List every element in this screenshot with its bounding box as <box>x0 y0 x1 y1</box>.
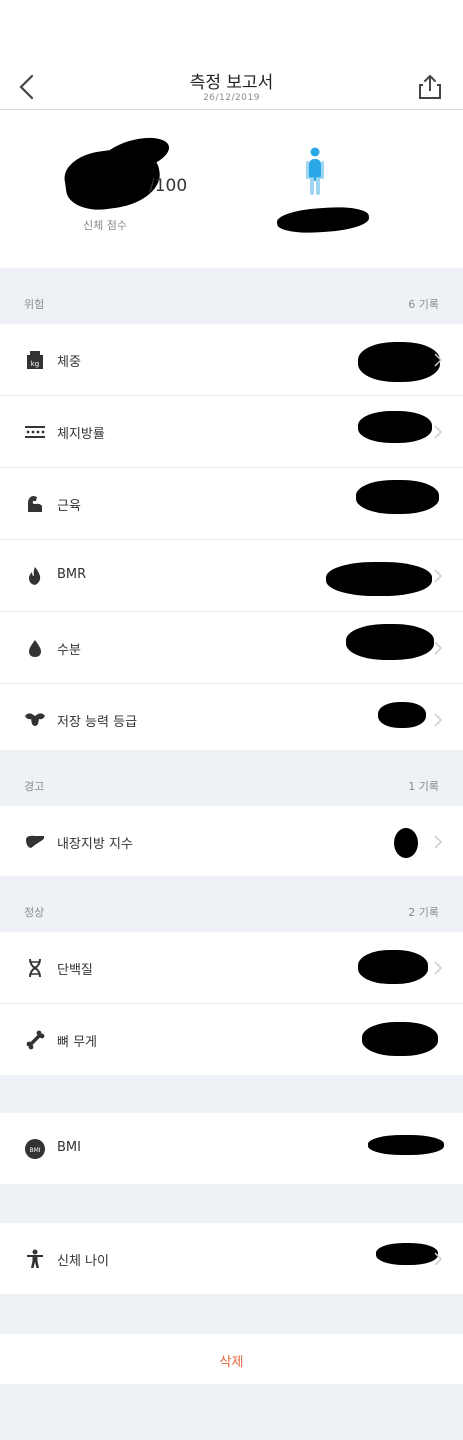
redaction-mark <box>326 562 432 596</box>
section-title: 경고 <box>24 780 45 793</box>
liver-icon <box>26 835 45 848</box>
section-header-danger: 위험 6 기록 <box>0 268 463 324</box>
redaction-mark <box>368 1135 444 1155</box>
redaction-mark <box>356 480 439 514</box>
delete-group: 삭제 <box>0 1334 463 1384</box>
redaction-mark <box>358 411 432 443</box>
list-item-muscle[interactable]: 근육 <box>0 468 463 540</box>
svg-text:kg: kg <box>31 360 40 368</box>
score-max: /100 <box>149 176 188 196</box>
bmi-icon: BMI <box>25 1139 45 1159</box>
flame-icon <box>29 567 41 585</box>
list-item-bone-mass[interactable]: 뼈 무게 <box>0 1004 463 1075</box>
chevron-right-icon <box>434 425 443 439</box>
list-item-bmr[interactable]: BMR <box>0 540 463 612</box>
warning-list: 내장지방 지수 <box>0 806 463 877</box>
section-count: 6 기록 <box>408 298 439 311</box>
body-fat-icon <box>25 426 45 438</box>
redaction-mark <box>346 624 434 660</box>
danger-list: kg 체중 체지방률 근육 BMR 수분 저장 능력 등급 <box>0 324 463 755</box>
item-label: 체지방률 <box>57 427 105 442</box>
chevron-right-icon <box>434 1252 443 1266</box>
list-item-visceral-fat[interactable]: 내장지방 지수 <box>0 806 463 877</box>
redaction-mark <box>394 828 418 858</box>
section-header-warning: 경고 1 기록 <box>0 750 463 806</box>
person-icon <box>27 1249 43 1268</box>
section-count: 2 기록 <box>408 906 439 919</box>
chevron-right-icon <box>434 961 443 975</box>
item-label: 단백질 <box>57 963 93 978</box>
chevron-right-icon <box>434 353 443 367</box>
item-label: 뼈 무게 <box>57 1035 98 1050</box>
section-title: 정상 <box>24 906 45 919</box>
list-item-protein[interactable]: 단백질 <box>0 932 463 1004</box>
item-label: BMI <box>57 1140 81 1155</box>
body-age-list: 신체 나이 <box>0 1223 463 1294</box>
list-item-body-fat[interactable]: 체지방률 <box>0 396 463 468</box>
svg-text:BMI: BMI <box>29 1147 40 1154</box>
redaction-mark <box>358 950 428 984</box>
bone-icon <box>26 1030 45 1050</box>
chevron-right-icon <box>434 569 443 583</box>
section-header-normal: 정상 2 기록 <box>0 876 463 932</box>
delete-button[interactable]: 삭제 <box>0 1351 463 1370</box>
redaction-mark <box>378 702 426 728</box>
section-title: 위험 <box>24 298 45 311</box>
item-label: 신체 나이 <box>57 1254 109 1269</box>
item-label: 근육 <box>57 499 81 514</box>
list-item-body-age[interactable]: 신체 나이 <box>0 1223 463 1294</box>
item-label: 수분 <box>57 643 81 658</box>
share-icon[interactable] <box>416 72 444 102</box>
header: 측정 보고서 26/12/2019 <box>0 0 463 110</box>
redaction-mark <box>276 204 370 236</box>
bmi-list: BMI BMI <box>0 1113 463 1184</box>
report-date: 26/12/2019 <box>203 93 260 103</box>
redaction-mark <box>358 342 440 382</box>
list-item-water[interactable]: 수분 <box>0 612 463 684</box>
chevron-right-icon <box>434 713 443 727</box>
item-label: BMR <box>57 567 87 582</box>
muscle-torso-icon <box>25 713 45 726</box>
muscle-icon <box>28 496 42 512</box>
dna-icon <box>29 958 41 978</box>
item-label: 체중 <box>57 355 81 370</box>
score-label: 신체 점수 <box>83 219 127 232</box>
list-item-weight[interactable]: kg 체중 <box>0 324 463 396</box>
item-label: 내장지방 지수 <box>57 837 133 852</box>
normal-list: 단백질 뼈 무게 <box>0 932 463 1075</box>
weight-icon: kg <box>27 351 43 369</box>
redaction-mark <box>362 1022 438 1056</box>
list-item-bmi[interactable]: BMI BMI <box>0 1113 463 1184</box>
list-item-storage-grade[interactable]: 저장 능력 등급 <box>0 684 463 755</box>
item-label: 저장 능력 등급 <box>57 715 138 730</box>
chevron-right-icon <box>434 641 443 655</box>
body-score: /100 <box>60 131 210 226</box>
body-type-icon <box>306 147 324 195</box>
summary-card: /100 신체 점수 <box>0 110 463 268</box>
chevron-right-icon <box>434 835 443 849</box>
water-drop-icon <box>29 640 41 657</box>
page-title: 측정 보고서 <box>189 73 274 93</box>
section-count: 1 기록 <box>408 780 439 793</box>
redaction-mark <box>376 1243 438 1265</box>
